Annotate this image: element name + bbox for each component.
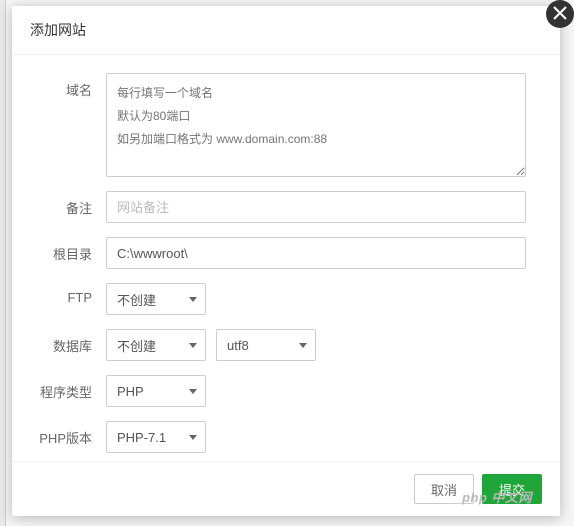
- row-php-version: PHP版本 PHP-7.1: [32, 421, 540, 453]
- add-site-dialog: 添加网站 域名 备注 根目录 FTP 不创建: [12, 6, 560, 516]
- row-remark: 备注: [32, 191, 540, 223]
- charset-select-value: utf8: [227, 338, 249, 353]
- label-remark: 备注: [32, 191, 106, 217]
- program-type-select[interactable]: PHP: [106, 375, 206, 407]
- database-select[interactable]: 不创建: [106, 329, 206, 361]
- row-ftp: FTP 不创建: [32, 283, 540, 315]
- close-button[interactable]: [546, 0, 574, 28]
- php-version-select[interactable]: PHP-7.1: [106, 421, 206, 453]
- row-database: 数据库 不创建 utf8: [32, 329, 540, 361]
- submit-button[interactable]: 提交: [482, 474, 542, 504]
- ftp-select[interactable]: 不创建: [106, 283, 206, 315]
- label-database: 数据库: [32, 329, 106, 355]
- label-root: 根目录: [32, 237, 106, 263]
- row-domain: 域名: [32, 73, 540, 177]
- label-program-type: 程序类型: [32, 375, 106, 401]
- row-root: 根目录: [32, 237, 540, 269]
- program-type-value: PHP: [117, 384, 144, 399]
- charset-select[interactable]: utf8: [216, 329, 316, 361]
- label-domain: 域名: [32, 73, 106, 99]
- root-input[interactable]: [106, 237, 526, 269]
- remark-input[interactable]: [106, 191, 526, 223]
- row-program-type: 程序类型 PHP: [32, 375, 540, 407]
- label-php-version: PHP版本: [32, 421, 106, 447]
- cancel-button[interactable]: 取消: [414, 474, 474, 504]
- dialog-body: 域名 备注 根目录 FTP 不创建 数据库: [12, 55, 560, 461]
- database-select-value: 不创建: [117, 336, 156, 355]
- php-version-value: PHP-7.1: [117, 430, 166, 445]
- ftp-select-value: 不创建: [117, 290, 156, 309]
- page-backdrop: [0, 0, 6, 526]
- dialog-footer: 取消 提交: [12, 461, 560, 516]
- domain-textarea[interactable]: [106, 73, 526, 177]
- close-icon: [553, 5, 567, 23]
- dialog-title: 添加网站: [30, 22, 86, 38]
- dialog-header: 添加网站: [12, 6, 560, 55]
- label-ftp: FTP: [32, 283, 106, 305]
